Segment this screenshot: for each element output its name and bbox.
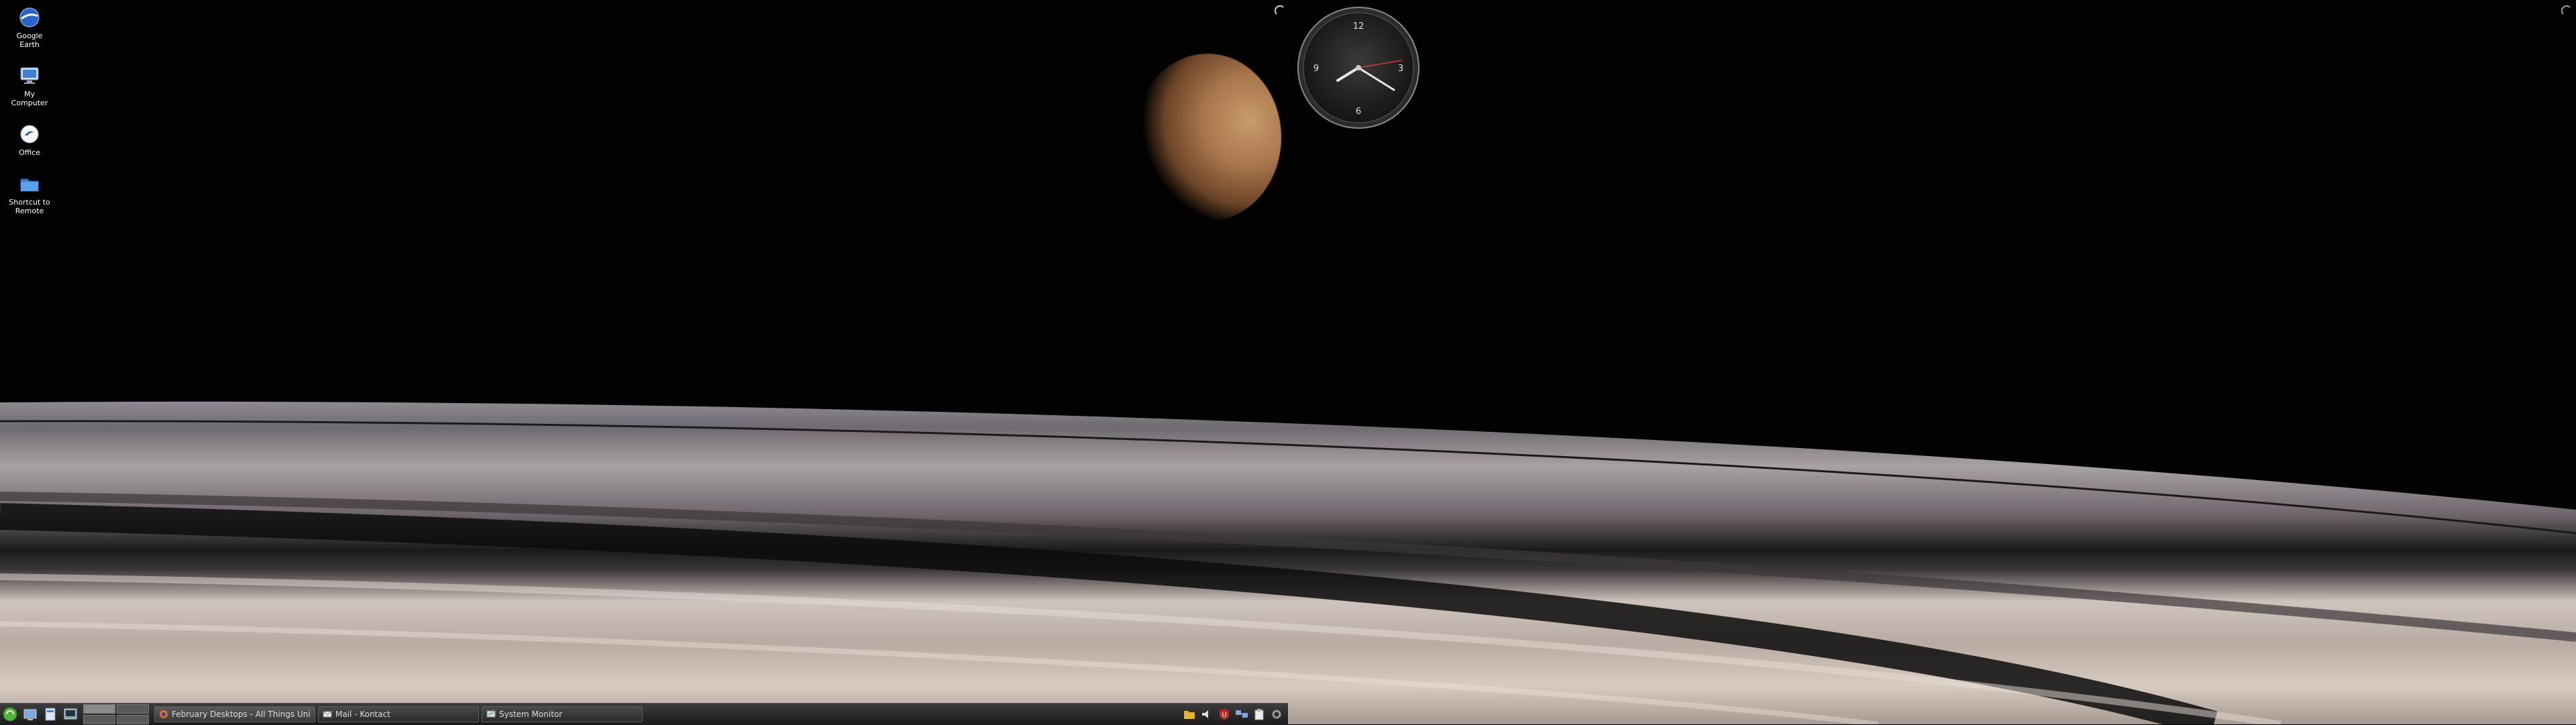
desktop-icons: Google Earth My Computer Office Shortcut… [4,5,55,230]
pager-desktop-3[interactable] [83,715,115,724]
svg-text:U: U [1222,712,1226,719]
show-desktop-button[interactable] [20,704,40,724]
saturn-rings-wallpaper [0,401,2576,724]
analog-clock-widget[interactable]: 12 3 6 9 [1296,5,1421,130]
desktop-icon-label: Office [18,148,41,157]
task-system-monitor[interactable]: System Monitor [482,706,643,722]
task-kontact[interactable]: Mail - Kontact [318,706,479,722]
system-tray: U [1178,707,1288,722]
tray-volume-icon[interactable] [1199,707,1214,722]
terminal-icon [64,708,77,720]
pager-desktop-1[interactable] [83,704,115,714]
widget-handle-icon[interactable] [1273,4,1287,17]
task-label: February Desktops - All Things Uni [172,710,311,719]
file-manager-button[interactable] [40,704,60,724]
task-firefox[interactable]: February Desktops - All Things Uni [154,706,315,722]
moon [1134,54,1281,221]
clock-numeral-9: 9 [1313,64,1319,74]
task-label: Mail - Kontact [335,710,390,719]
tray-settings-icon[interactable] [1269,707,1284,722]
office-icon [17,122,42,146]
start-menu-button[interactable] [0,704,20,724]
tray-network-icon[interactable] [1234,707,1249,722]
clock-numeral-3: 3 [1398,64,1403,74]
terminal-button[interactable] [60,704,80,724]
corner-handle-icon[interactable] [2560,4,2573,17]
desktop-icon [23,709,37,720]
virtual-desktop-pager[interactable] [83,704,149,724]
pager-desktop-2[interactable] [117,704,149,714]
file-manager-icon [45,708,56,721]
folder-icon [17,172,42,196]
desktop-icon-google-earth[interactable]: Google Earth [4,5,55,49]
desktop-icon-label: Shortcut to Remote [9,198,50,215]
kde-menu-icon [3,707,17,722]
mail-icon [323,711,332,718]
desktop-icon-label: Google Earth [16,32,43,49]
tray-clipboard-icon[interactable] [1252,707,1267,722]
tray-shield-icon[interactable]: U [1217,707,1232,722]
desktop-icon-office[interactable]: Office [4,122,55,157]
tray-folder-icon[interactable] [1182,707,1197,722]
desktop-icon-shortcut-remote[interactable]: Shortcut to Remote [4,172,55,215]
clock-center [1356,65,1361,70]
google-earth-icon [17,5,42,30]
task-label: System Monitor [499,710,563,719]
clock-numeral-6: 6 [1356,107,1361,117]
desktop-icon-my-computer[interactable]: My Computer [4,64,55,107]
taskbar: February Desktops - All Things Uni Mail … [0,703,1288,725]
pager-desktop-4[interactable] [117,715,149,724]
computer-icon [17,64,42,88]
clock-numeral-12: 12 [1353,21,1364,32]
firefox-icon [160,710,168,718]
monitor-icon [486,710,496,718]
desktop-icon-label: My Computer [11,90,48,107]
